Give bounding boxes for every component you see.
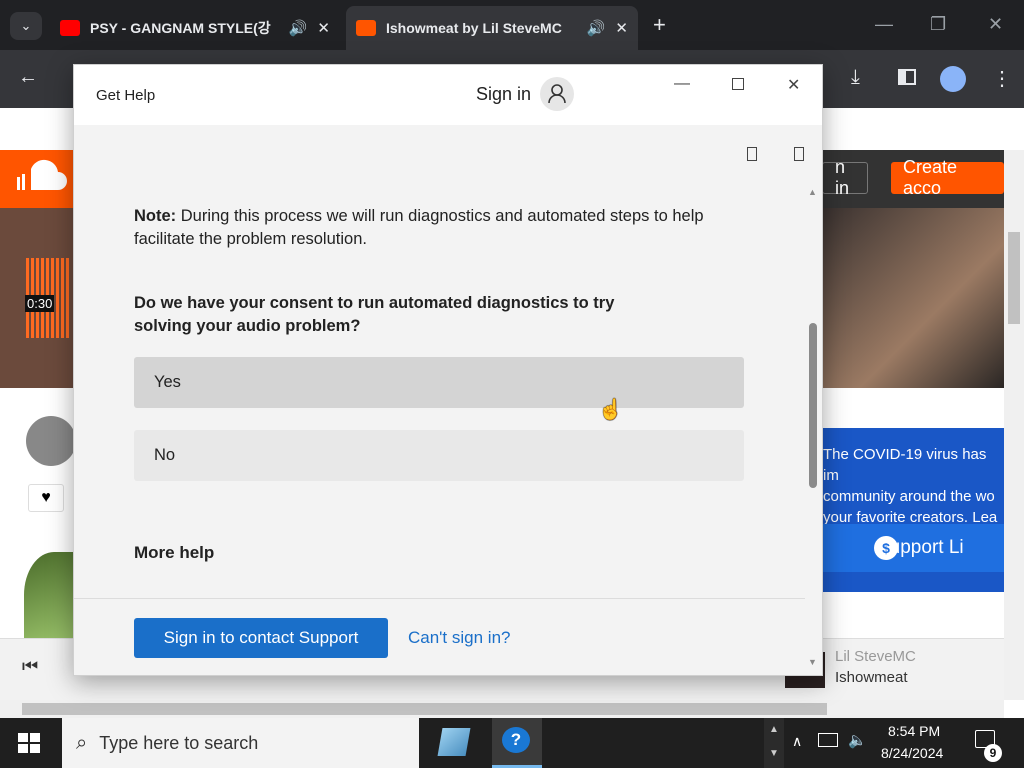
new-tab-button[interactable]: + [653, 12, 666, 38]
tab-title: Ishowmeat by Lil SteveMC [386, 20, 562, 36]
scroll-thumb[interactable] [809, 323, 817, 488]
thumbs-up-icon[interactable] [747, 147, 757, 161]
tab-gangnam-style[interactable]: PSY - GANGNAM STYLE(강 🔊 ✕ [50, 6, 340, 50]
network-icon[interactable] [818, 733, 838, 747]
hand-cursor-icon: ☝ [598, 399, 623, 421]
sign-in-button[interactable]: n in [822, 157, 868, 198]
back-icon[interactable]: ← [18, 66, 38, 89]
contact-support-button[interactable]: Sign in to contact Support [134, 618, 388, 658]
note-label: Note: [134, 207, 177, 225]
close-tab-icon[interactable]: ✕ [317, 19, 330, 37]
vertical-scrollbar[interactable] [1004, 150, 1024, 700]
track-artwork [823, 208, 1004, 388]
show-hidden-icons-icon[interactable]: ∧ [792, 733, 802, 750]
avatar[interactable] [26, 416, 76, 466]
scroll-thumb[interactable] [22, 703, 827, 715]
sign-in-link[interactable]: Sign in [476, 84, 531, 105]
consent-question: Do we have your consent to run automated… [134, 294, 615, 335]
windows-start-icon[interactable] [18, 733, 40, 753]
soundcloud-icon [356, 20, 376, 36]
note-body: During this process we will run diagnost… [134, 207, 704, 248]
search-icon: ⌕ [76, 731, 88, 754]
close-tab-icon[interactable]: ✕ [615, 19, 628, 37]
like-icon[interactable]: ♥ [28, 484, 64, 512]
youtube-icon [60, 20, 80, 36]
support-button[interactable]: Support Li [823, 524, 1004, 572]
taskbar-search-box[interactable]: ⌕ Type here to search [62, 718, 419, 768]
cant-sign-in-link[interactable]: Can't sign in? [408, 628, 510, 648]
yes-button[interactable]: Yes [134, 357, 744, 408]
minimize-icon[interactable]: — [674, 75, 690, 93]
clock-time[interactable]: 8:54 PM [888, 723, 940, 739]
minimize-icon[interactable]: — [875, 14, 893, 35]
get-help-window: Get Help Sign in — ✕ Note: During this p… [73, 64, 823, 676]
track-hero: 0:30 [0, 208, 80, 388]
account-icon[interactable] [540, 77, 574, 111]
player-artist[interactable]: Lil SteveMC [835, 648, 916, 665]
title-bar [74, 65, 822, 125]
speaker-icon[interactable]: 🔊 [587, 19, 606, 37]
get-help-taskbar-button[interactable]: ? [492, 718, 542, 768]
previous-icon[interactable]: ⏮ [22, 656, 38, 677]
tab-ishowmeat[interactable]: Ishowmeat by Lil SteveMC 🔊 ✕ [346, 6, 638, 50]
scroll-down-icon[interactable]: ▼ [808, 657, 817, 667]
note-text: Note: During this process we will run di… [134, 205, 704, 251]
maximize-icon[interactable] [732, 78, 744, 90]
app-title: Get Help [96, 87, 156, 104]
close-icon[interactable]: ✕ [787, 75, 800, 95]
search-placeholder: Type here to search [99, 732, 259, 753]
menu-icon[interactable]: ⋮ [992, 66, 1012, 91]
tab-search-button[interactable]: ⌄ [10, 12, 42, 40]
speaker-icon[interactable]: 🔊 [289, 19, 308, 37]
tab-title: PSY - GANGNAM STYLE(강 [90, 20, 271, 36]
no-button[interactable]: No [134, 430, 744, 481]
dollar-icon: $ [874, 536, 898, 560]
volume-muted-icon[interactable]: 🔈 [848, 731, 867, 749]
download-icon[interactable]: ⤓ [851, 66, 860, 89]
divider [74, 598, 805, 599]
get-help-icon: ? [502, 727, 530, 753]
thumbs-down-icon[interactable] [794, 147, 804, 161]
close-window-icon[interactable]: ✕ [988, 14, 1003, 35]
overflow-chevron-icon[interactable]: ▲ ▼ [764, 718, 784, 768]
create-account-button[interactable]: Create acco [891, 157, 1004, 198]
player-track[interactable]: Ishowmeat [835, 669, 908, 686]
banner-line: The COVID-19 virus has im [823, 446, 987, 484]
clock-date[interactable]: 8/24/2024 [881, 745, 943, 761]
notification-badge: 9 [984, 744, 1002, 762]
banner-line: community around the wo [823, 488, 995, 505]
profile-avatar[interactable] [940, 66, 966, 92]
app-taskbar-icon[interactable] [437, 728, 471, 756]
soundcloud-logo[interactable] [0, 150, 75, 208]
scroll-thumb[interactable] [1008, 232, 1020, 324]
more-help-heading: More help [134, 543, 215, 562]
waveform-time: 0:30 [25, 295, 55, 312]
scroll-up-icon[interactable]: ▲ [808, 187, 817, 197]
restore-icon[interactable]: ❐ [930, 14, 946, 35]
horizontal-scrollbar[interactable] [0, 700, 1004, 718]
sidepanel-icon[interactable] [898, 69, 916, 85]
